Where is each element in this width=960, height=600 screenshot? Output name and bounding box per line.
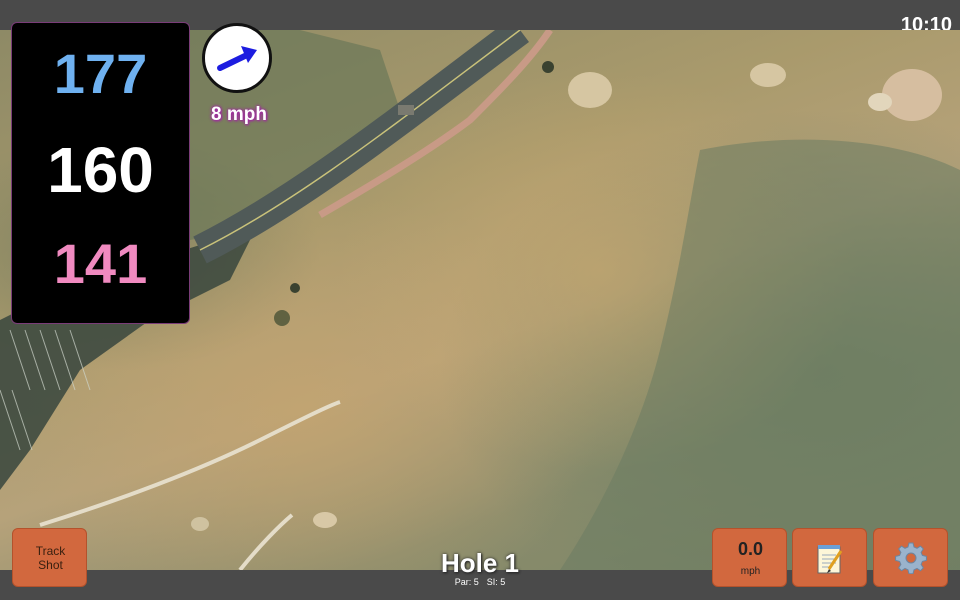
notes-button[interactable]: [792, 528, 867, 587]
notepad-icon: [815, 543, 845, 580]
hole-stroke-index: SI: 5: [486, 577, 506, 587]
wind-direction-indicator: [202, 23, 272, 93]
speed-unit: mph: [740, 566, 761, 577]
track-shot-label: Track Shot: [35, 544, 66, 572]
settings-button[interactable]: [873, 528, 948, 587]
hole-title: Hole 1: [440, 548, 520, 578]
yardage-panel[interactable]: 177 160 141: [11, 22, 190, 324]
track-shot-button[interactable]: Track Shot: [12, 528, 87, 587]
gear-icon: [895, 542, 927, 579]
wind-speed: 8 mph: [211, 104, 267, 125]
back-yardage: 177: [53, 42, 148, 105]
speed-button[interactable]: 0.0 mph: [712, 528, 787, 587]
speed-value: 0.0: [737, 539, 764, 559]
center-yardage: 160: [47, 134, 154, 206]
hole-info: Par: 5 SI: 5: [380, 577, 580, 587]
hole-par: Par: 5: [454, 577, 479, 587]
arrow-right-up-icon: [217, 46, 257, 71]
front-yardage: 141: [53, 232, 148, 295]
